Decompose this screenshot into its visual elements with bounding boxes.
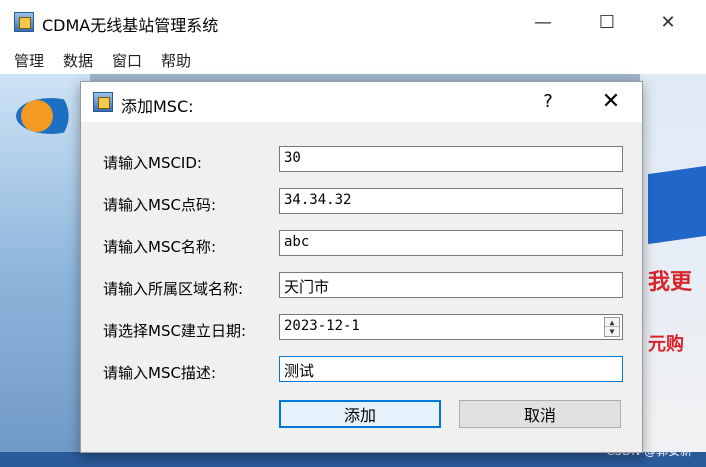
mscid-input[interactable]: 30: [279, 146, 623, 172]
field-row-date: 请选择MSC建立日期: 2023-12-1 ▲ ▼: [81, 314, 642, 344]
field-row-name: 请输入MSC名称: abc: [81, 230, 642, 260]
date-value: 2023-12-1: [284, 318, 360, 334]
desc-label: 请输入MSC描述:: [103, 364, 216, 382]
menu-help[interactable]: 帮助: [153, 44, 199, 74]
dialog-close-button[interactable]: ✕: [593, 88, 629, 116]
msc-name-label: 请输入MSC名称:: [103, 238, 216, 256]
desc-input[interactable]: 测试: [279, 356, 623, 382]
menu-manage[interactable]: 管理: [6, 44, 52, 74]
field-row-desc: 请输入MSC描述: 测试: [81, 356, 642, 386]
region-input[interactable]: 天门市: [279, 272, 623, 298]
cancel-button[interactable]: 取消: [459, 400, 621, 428]
app-title: CDMA无线基站管理系统: [42, 16, 219, 35]
menubar: 管理 数据 窗口 帮助: [0, 44, 706, 74]
bottom-strip: [0, 452, 706, 467]
spin-up-icon[interactable]: ▲: [605, 318, 619, 327]
field-row-mscid: 请输入MSCID: 30: [81, 146, 642, 176]
close-button[interactable]: ✕: [645, 8, 691, 36]
promo-blue-graphic: [648, 165, 706, 245]
dialog-icon: [93, 92, 113, 112]
menu-window[interactable]: 窗口: [104, 44, 150, 74]
pointcode-label: 请输入MSC点码:: [103, 196, 216, 214]
dialog-titlebar: 添加MSC: ? ✕: [81, 82, 642, 122]
date-spinner[interactable]: ▲ ▼: [604, 317, 620, 337]
date-label: 请选择MSC建立日期:: [103, 322, 246, 340]
field-row-pointcode: 请输入MSC点码: 34.34.32: [81, 188, 642, 218]
promo-text-2: 元购: [648, 334, 684, 355]
brand-logo: [16, 98, 86, 134]
date-input[interactable]: 2023-12-1 ▲ ▼: [279, 314, 623, 340]
add-msc-dialog: 添加MSC: ? ✕ 请输入MSCID: 30 请输入MSC点码: 34.34.…: [80, 81, 643, 453]
region-label: 请输入所属区域名称:: [103, 280, 244, 298]
add-button[interactable]: 添加: [279, 400, 441, 428]
msc-name-input[interactable]: abc: [279, 230, 623, 256]
help-button[interactable]: ?: [533, 88, 563, 116]
mscid-label: 请输入MSCID:: [103, 154, 202, 172]
menu-data[interactable]: 数据: [55, 44, 101, 74]
minimize-button[interactable]: —: [520, 8, 566, 36]
app-icon: [14, 12, 34, 32]
dialog-title: 添加MSC:: [121, 97, 194, 116]
field-row-region: 请输入所属区域名称: 天门市: [81, 272, 642, 302]
promo-text-1: 我更: [648, 270, 693, 295]
spin-down-icon[interactable]: ▼: [605, 327, 619, 336]
app-titlebar: CDMA无线基站管理系统 — ☐ ✕: [0, 0, 706, 44]
maximize-button[interactable]: ☐: [584, 8, 630, 36]
pointcode-input[interactable]: 34.34.32: [279, 188, 623, 214]
